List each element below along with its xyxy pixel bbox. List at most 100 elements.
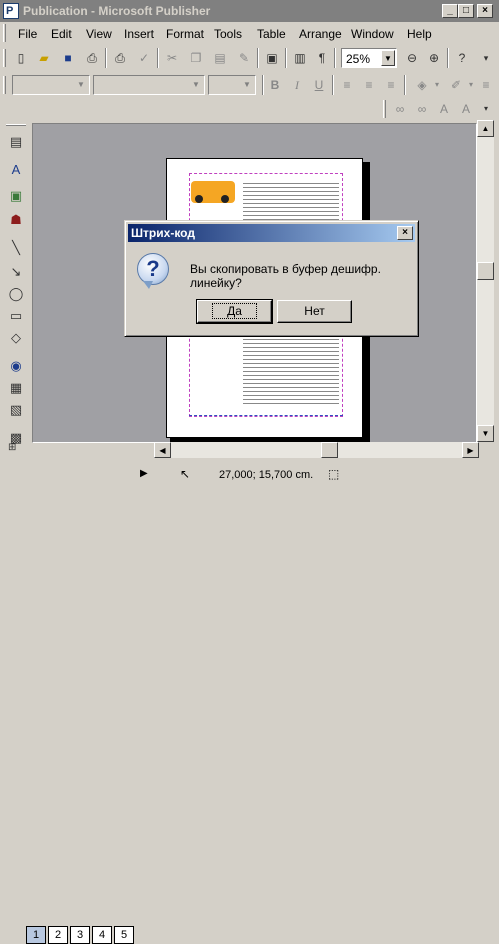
no-button[interactable]: Нет [277, 300, 352, 323]
page-tab-4[interactable]: 4 [92, 926, 112, 944]
scroll-up-icon[interactable]: ▲ [477, 120, 494, 137]
print-icon[interactable]: ⎙ [111, 49, 129, 67]
formatting-toolbar: ▼ ▼ ▼ B I U ≡ ≡ ≡ ◈ ▾ ✐ ▾ ≡ [0, 72, 499, 98]
menu-window[interactable]: Window [351, 27, 394, 41]
font-select[interactable]: ▼ [93, 75, 205, 95]
window-title: Publication - Microsoft Publisher [23, 4, 211, 18]
text-frame-next-icon[interactable]: A [457, 100, 475, 118]
open-icon[interactable]: ▰ [35, 49, 53, 67]
yes-button[interactable]: Да [196, 299, 273, 324]
toolbar-options-icon[interactable]: ▾ [477, 49, 495, 67]
print-preview-icon[interactable]: ⎙ [83, 49, 101, 67]
paste-icon[interactable]: ▤ [211, 49, 229, 67]
menu-view[interactable]: View [86, 27, 112, 41]
next-page-icon[interactable]: ▶ [140, 468, 148, 479]
menu-table[interactable]: Table [257, 27, 286, 41]
picture-frame-tool-icon[interactable]: ▣ [6, 186, 26, 206]
window-title-bar[interactable]: P Publication - Microsoft Publisher _ □ … [0, 0, 499, 22]
racing-car-picture[interactable] [191, 181, 235, 203]
text-box-tool-icon[interactable]: A [6, 160, 26, 180]
toolbar-grip[interactable] [6, 124, 26, 126]
separator [262, 75, 264, 95]
menu-format[interactable]: Format [166, 27, 204, 41]
toolbar-grip[interactable] [3, 49, 6, 67]
chevron-down-icon[interactable]: ▼ [74, 77, 88, 93]
chevron-down-icon[interactable]: ▼ [240, 77, 254, 93]
page-tab-2[interactable]: 2 [48, 926, 68, 944]
toolbar-options-icon[interactable]: ▾ [477, 100, 495, 118]
text-frame-icon[interactable]: A [435, 100, 453, 118]
underline-icon[interactable]: U [310, 76, 328, 94]
unlink-icon[interactable]: ∞ [413, 100, 431, 118]
page-tab-5[interactable]: 5 [114, 926, 134, 944]
question-icon-tail [143, 281, 153, 289]
help-icon[interactable]: ? [453, 49, 471, 67]
autoshapes-tool-icon[interactable]: ◇ [6, 328, 26, 348]
chevron-down-icon[interactable]: ▼ [381, 50, 395, 66]
copy-icon[interactable]: ❐ [187, 49, 205, 67]
text-block-top[interactable] [243, 183, 339, 223]
minimize-button[interactable]: _ [442, 4, 458, 18]
page-tab-1[interactable]: 1 [26, 926, 46, 944]
link-icon[interactable]: ∞ [391, 100, 409, 118]
font-size-select[interactable]: ▼ [208, 75, 256, 95]
scroll-down-icon[interactable]: ▼ [477, 425, 494, 442]
menu-file[interactable]: File [18, 27, 37, 41]
horizontal-scrollbar[interactable]: ◀ ▶ [154, 442, 479, 458]
align-center-icon[interactable]: ≡ [360, 76, 378, 94]
close-button[interactable]: × [477, 4, 493, 18]
chevron-down-icon[interactable]: ▼ [189, 77, 203, 93]
dialog-title-bar[interactable]: Штрих-код × [128, 224, 415, 242]
align-left-icon[interactable]: ≡ [338, 76, 356, 94]
format-painter-icon[interactable]: ✎ [235, 49, 253, 67]
dialog-close-button[interactable]: × [397, 226, 413, 240]
maximize-button[interactable]: □ [458, 4, 474, 18]
line-tool-icon[interactable]: ╲ [6, 238, 26, 258]
cursor-coordinates: 27,000; 15,700 cm. [219, 469, 314, 481]
zoom-select[interactable]: 25% ▼ [341, 48, 397, 68]
show-formatting-icon[interactable]: ¶ [313, 49, 331, 67]
pointer-tool-icon[interactable]: ▤ [6, 132, 26, 152]
menu-edit[interactable]: Edit [51, 27, 72, 41]
bold-icon[interactable]: B [266, 76, 284, 94]
dialog-title: Штрих-код [131, 226, 195, 240]
zoom-out-icon[interactable]: ⊖ [403, 49, 421, 67]
spelling-icon[interactable]: ✓ [135, 49, 153, 67]
menu-arrange[interactable]: Arrange [299, 27, 342, 41]
italic-icon[interactable]: I [288, 76, 306, 94]
rectangle-tool-icon[interactable]: ▭ [6, 306, 26, 326]
columns-icon[interactable]: ▥ [291, 49, 309, 67]
scroll-left-icon[interactable]: ◀ [154, 442, 171, 458]
clipart-tool-icon[interactable]: ☗ [6, 210, 26, 230]
form-control-tool-icon[interactable]: ▦ [6, 378, 26, 398]
save-icon[interactable]: ■ [59, 49, 77, 67]
zoom-in-icon[interactable]: ⊕ [425, 49, 443, 67]
status-bar: 1 2 3 4 5 ▶ ↖ 27,000; 15,700 cm. ⬚ [0, 460, 499, 944]
arrow-tool-icon[interactable]: ↘ [6, 262, 26, 282]
hotspot-tool-icon[interactable]: ◉ [6, 356, 26, 376]
page-tab-3[interactable]: 3 [70, 926, 90, 944]
separator [332, 75, 334, 95]
menu-grip[interactable] [3, 24, 6, 42]
publisher-app-icon[interactable]: P [3, 3, 19, 19]
new-icon[interactable]: ▯ [12, 49, 30, 67]
text-block-bottom[interactable] [243, 339, 339, 407]
insert-clipart-icon[interactable]: ▣ [263, 49, 281, 67]
chevron-down-icon[interactable]: ▾ [428, 76, 446, 94]
ruler-guide-icon[interactable]: ⊞ [8, 442, 30, 458]
menu-tools[interactable]: Tools [214, 27, 242, 41]
toolbar-grip[interactable] [383, 100, 386, 118]
line-style-icon[interactable]: ≡ [477, 76, 495, 94]
scroll-right-icon[interactable]: ▶ [462, 442, 479, 458]
html-fragment-tool-icon[interactable]: ▧ [6, 400, 26, 420]
menu-help[interactable]: Help [407, 27, 432, 41]
horizontal-scroll-thumb[interactable] [321, 442, 338, 458]
toolbar-grip[interactable] [3, 76, 6, 94]
oval-tool-icon[interactable]: ◯ [6, 284, 26, 304]
menu-insert[interactable]: Insert [124, 27, 154, 41]
style-select[interactable]: ▼ [12, 75, 90, 95]
vertical-scroll-thumb[interactable] [477, 262, 494, 280]
align-right-icon[interactable]: ≡ [382, 76, 400, 94]
vertical-scrollbar[interactable]: ▲ ▼ [477, 120, 494, 442]
cut-icon[interactable]: ✂ [163, 49, 181, 67]
